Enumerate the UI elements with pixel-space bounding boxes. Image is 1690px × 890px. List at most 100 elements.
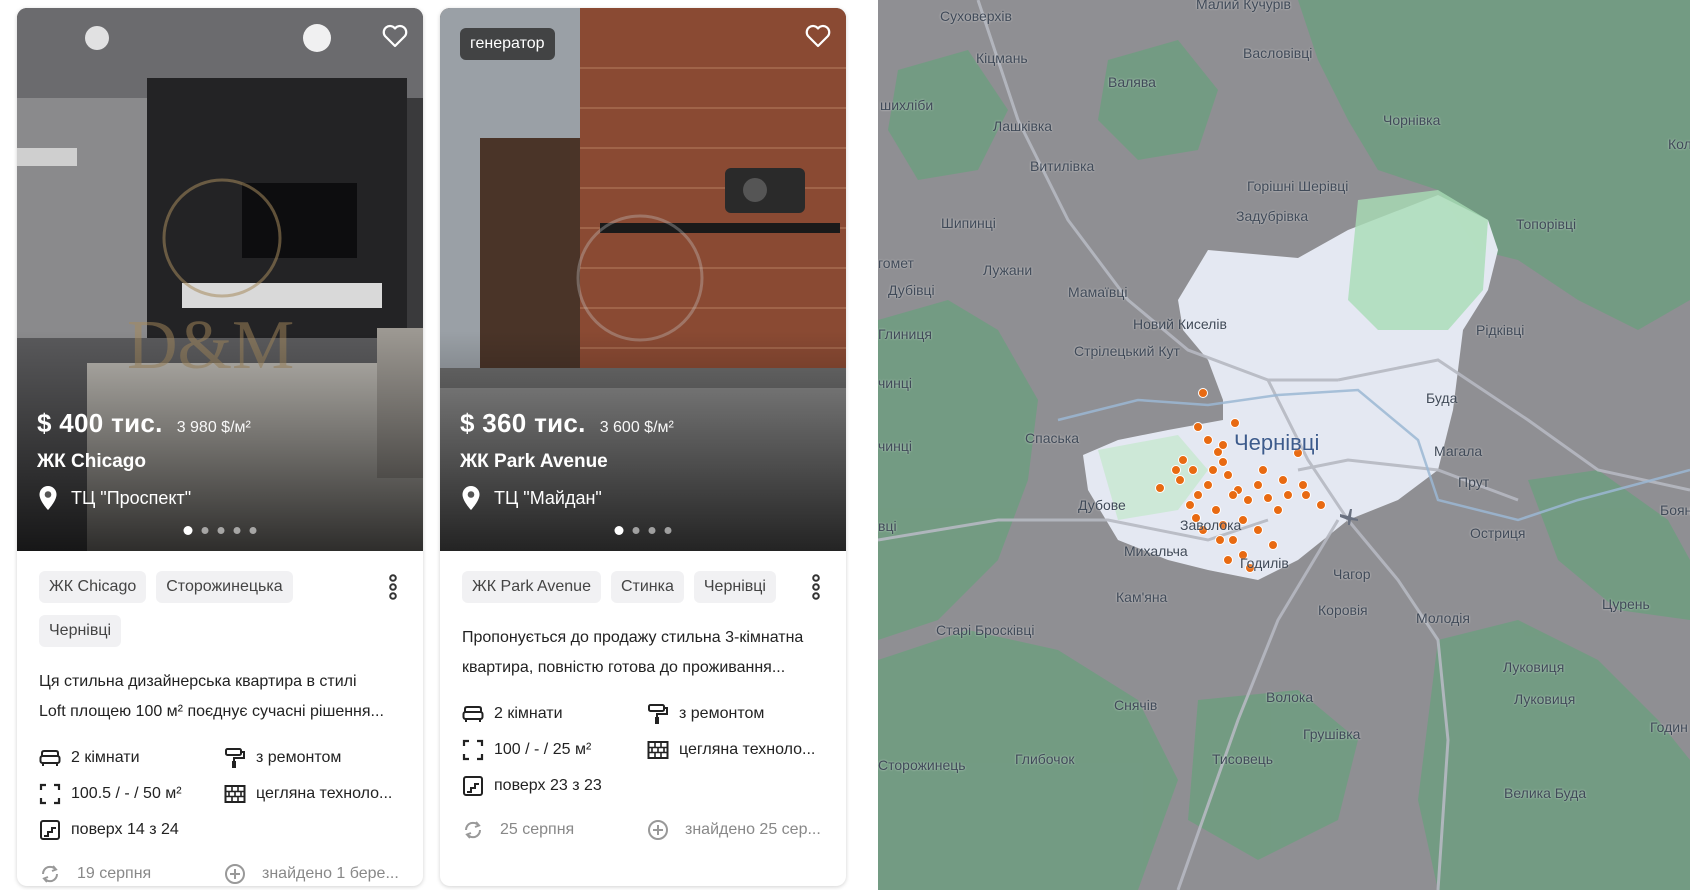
map-label: Валява xyxy=(1108,74,1156,90)
stairs-icon xyxy=(463,776,483,796)
updated-date: 25 серпня xyxy=(462,819,647,841)
paint-roller-icon xyxy=(648,704,668,724)
map-label: Магала xyxy=(1434,443,1483,459)
feature-tag: генератор xyxy=(460,28,555,60)
feature-technology: цегляна техноло... xyxy=(224,783,404,805)
listing-photo[interactable]: D&M $ 400 тис. 3 980 $/м² ЖК Chicago ТЦ … xyxy=(17,8,423,551)
location-pin-icon xyxy=(462,486,480,510)
found-date: знайдено 1 бере... xyxy=(224,863,404,885)
favorite-heart-icon[interactable] xyxy=(381,22,409,50)
listing-body: ЖК Park Avenue Стинка Чернівці Пропонуєт… xyxy=(440,551,846,841)
pagination-dot-active[interactable] xyxy=(614,526,624,535)
chip-complex[interactable]: ЖК Park Avenue xyxy=(462,571,601,603)
map-label: Заволока xyxy=(1180,517,1242,533)
listing-description[interactable]: Ця стильна дизайнерська квартира в стилі… xyxy=(39,667,401,727)
map-label: Лужани xyxy=(983,262,1033,278)
map-label: Колі xyxy=(1668,136,1690,152)
chip-complex[interactable]: ЖК Chicago xyxy=(39,571,147,603)
map-label: Кіцмань xyxy=(976,50,1028,66)
map-label: Луковиця xyxy=(1503,659,1565,675)
map-label: Глиниця xyxy=(878,326,932,342)
pagination-dot[interactable] xyxy=(632,527,640,534)
feature-rooms: 2 кімнати xyxy=(39,747,224,769)
description-line: Пропонується до продажу стильна 3-кімнат… xyxy=(462,629,804,646)
map-label: Чорнівка xyxy=(1383,112,1441,128)
map-label: Задубрівка xyxy=(1236,208,1309,224)
listing-card[interactable]: D&M $ 400 тис. 3 980 $/м² ЖК Chicago ТЦ … xyxy=(17,8,423,886)
photo-gradient xyxy=(440,331,846,551)
listing-description[interactable]: Пропонується до продажу стильна 3-кімнат… xyxy=(462,623,824,683)
chip-list: ЖК Park Avenue Стинка Чернівці xyxy=(462,571,782,603)
stairs-icon xyxy=(40,820,60,840)
map-label: Стрілецький Кут xyxy=(1074,343,1180,359)
location-pin-icon xyxy=(39,486,57,510)
map-label: Глибочок xyxy=(1015,751,1075,767)
chip-city[interactable]: Чернівці xyxy=(693,571,776,603)
map-city-label: Чернівці xyxy=(1234,430,1320,455)
map-label: Малий Кучурів xyxy=(1196,0,1291,12)
landmark: ТЦ "Майдан" xyxy=(460,485,602,511)
map-view[interactable]: Суховерхів Малий Кучурів Кіцмань Васлові… xyxy=(878,0,1690,890)
more-options-icon[interactable] xyxy=(808,573,824,601)
pagination-dot[interactable] xyxy=(233,527,241,534)
map-label: Цурень xyxy=(1602,596,1650,612)
map-label: Годин xyxy=(1650,719,1688,735)
map-label: Луковиця xyxy=(1514,691,1576,707)
brick-wall-icon xyxy=(647,741,669,759)
map-label: Михальча xyxy=(1124,543,1188,559)
feature-rooms: 2 кімнати xyxy=(462,703,647,725)
map-label: Дубове xyxy=(1078,497,1126,513)
price-row: $ 360 тис. 3 600 $/м² xyxy=(460,408,674,439)
map-label: Коровія xyxy=(1318,602,1368,618)
feature-technology: цегляна техноло... xyxy=(647,739,827,761)
photo-pagination[interactable] xyxy=(614,526,672,535)
price: $ 360 тис. xyxy=(460,408,586,438)
listing-card[interactable]: генератор $ 360 тис. 3 600 $/м² ЖК Park … xyxy=(440,8,846,886)
pagination-dot[interactable] xyxy=(648,527,656,534)
map-label: Снячів xyxy=(1114,697,1158,713)
map-label: Тисовець xyxy=(1212,751,1274,767)
price-per-m2: 3 980 $/м² xyxy=(176,419,251,436)
feature-grid: 2 кімнати з ремонтом 100 / - / 25 м² цег… xyxy=(462,703,824,797)
description-line: квартира, повністю готова до проживання.… xyxy=(462,659,786,676)
favorite-heart-icon[interactable] xyxy=(804,22,832,50)
feature-grid: 2 кімнати з ремонтом 100.5 / - / 50 м² ц… xyxy=(39,747,401,841)
feature-area: 100.5 / - / 50 м² xyxy=(39,783,224,805)
pagination-dot[interactable] xyxy=(201,527,209,534)
map-label: Топорівці xyxy=(1516,216,1577,232)
search-area[interactable] xyxy=(1083,190,1498,580)
map-label: гомет xyxy=(878,255,914,271)
sofa-icon xyxy=(39,750,61,766)
price-row: $ 400 тис. 3 980 $/м² xyxy=(37,408,251,439)
map-label: Велика Буда xyxy=(1504,785,1587,801)
updated-date: 19 серпня xyxy=(39,863,224,885)
photo-pagination[interactable] xyxy=(183,526,257,535)
map-label: Васловівці xyxy=(1243,45,1313,61)
chip-street[interactable]: Стинка xyxy=(610,571,684,603)
pagination-dot-active[interactable] xyxy=(183,526,193,535)
map-label: Мамаївці xyxy=(1068,284,1128,300)
more-options-icon[interactable] xyxy=(385,573,401,601)
chip-street[interactable]: Сторожинецька xyxy=(156,571,293,603)
map-label: Волока xyxy=(1266,689,1314,705)
listing-footer: 19 серпня знайдено 1 бере... xyxy=(39,863,401,885)
map-label: чинці xyxy=(878,438,912,454)
listing-body: ЖК Chicago Сторожинецька Чернівці Ця сти… xyxy=(17,551,423,885)
pagination-dot[interactable] xyxy=(217,527,225,534)
sofa-icon xyxy=(462,706,484,722)
listing-photo[interactable]: генератор $ 360 тис. 3 600 $/м² ЖК Park … xyxy=(440,8,846,551)
complex-name: ЖК Chicago xyxy=(37,451,146,472)
price: $ 400 тис. xyxy=(37,408,163,438)
pagination-dot[interactable] xyxy=(664,527,672,534)
landmark-label: ТЦ "Майдан" xyxy=(494,487,602,508)
add-circle-icon xyxy=(225,864,245,884)
pagination-dot[interactable] xyxy=(249,527,257,534)
search-results-page: D&M $ 400 тис. 3 980 $/м² ЖК Chicago ТЦ … xyxy=(0,0,1690,890)
map-label: Прут xyxy=(1458,474,1490,490)
chip-list: ЖК Chicago Сторожинецька Чернівці xyxy=(39,571,359,647)
map-label: Витилівка xyxy=(1030,158,1095,174)
map-label: вці xyxy=(878,518,897,534)
map-label: Новий Киселів xyxy=(1133,316,1227,332)
map-label: чинці xyxy=(878,375,912,391)
chip-city[interactable]: Чернівці xyxy=(39,615,122,647)
